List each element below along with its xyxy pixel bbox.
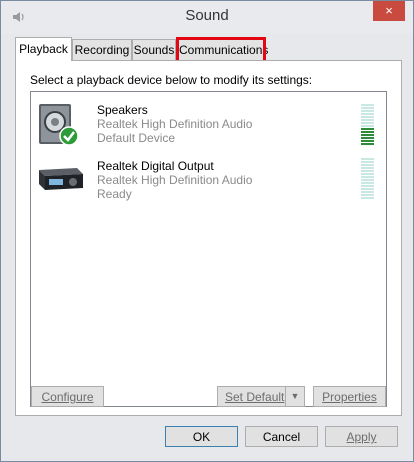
meter-segment xyxy=(361,176,374,178)
speaker-default-icon xyxy=(39,104,79,146)
device-name: Speakers xyxy=(97,103,148,117)
window-title: Sound xyxy=(185,7,229,24)
meter-segment xyxy=(361,107,374,109)
meter-segment xyxy=(361,128,374,130)
list-item-digital-output[interactable]: Realtek Digital Output Realtek High Defi… xyxy=(31,150,386,202)
meter-segment xyxy=(361,197,374,199)
instruction-text: Select a playback device below to modify… xyxy=(30,73,313,87)
tab-sounds[interactable]: Sounds xyxy=(132,39,176,61)
configure-label: Configure xyxy=(41,390,94,404)
playback-panel: Select a playback device below to modify… xyxy=(15,60,402,416)
meter-segment xyxy=(361,113,374,115)
meter-segment xyxy=(361,137,374,139)
close-button[interactable]: × xyxy=(373,1,405,21)
close-icon: × xyxy=(385,3,393,18)
device-list[interactable]: Speakers Realtek High Definition Audio D… xyxy=(30,91,387,407)
set-default-label: Set Default xyxy=(225,390,285,404)
list-item-speakers[interactable]: Speakers Realtek High Definition Audio D… xyxy=(31,94,386,146)
meter-segment xyxy=(361,191,374,193)
apply-label: Apply xyxy=(346,430,377,444)
meter-segment xyxy=(361,182,374,184)
meter-segment xyxy=(361,104,374,106)
ok-button[interactable]: OK xyxy=(165,426,238,447)
cancel-button[interactable]: Cancel xyxy=(245,426,318,447)
set-default-button[interactable]: Set Default ▼ xyxy=(217,386,305,407)
meter-segment xyxy=(361,116,374,118)
meter-segment xyxy=(361,194,374,196)
meter-segment xyxy=(361,122,374,124)
device-driver: Realtek High Definition Audio xyxy=(97,173,253,187)
meter-segment xyxy=(361,134,374,136)
tab-communications[interactable]: Communications xyxy=(176,37,268,63)
sound-dialog: Sound × Playback Recording Sounds Commun… xyxy=(0,0,414,462)
digital-output-icon xyxy=(39,168,83,190)
device-status: Default Device xyxy=(97,131,176,145)
tab-playback[interactable]: Playback xyxy=(15,37,72,61)
level-meter xyxy=(361,158,374,200)
meter-segment xyxy=(361,161,374,163)
meter-segment xyxy=(361,179,374,181)
meter-segment xyxy=(361,125,374,127)
title-bar[interactable]: Sound × xyxy=(1,1,413,34)
device-status: Ready xyxy=(97,187,132,201)
meter-segment xyxy=(361,110,374,112)
meter-segment xyxy=(361,185,374,187)
meter-segment xyxy=(361,143,374,145)
meter-segment xyxy=(361,158,374,160)
device-driver: Realtek High Definition Audio xyxy=(97,117,253,131)
meter-segment xyxy=(361,167,374,169)
meter-segment xyxy=(361,119,374,121)
meter-segment xyxy=(361,131,374,133)
meter-segment xyxy=(361,140,374,142)
meter-segment xyxy=(361,170,374,172)
apply-button[interactable]: Apply xyxy=(325,426,398,447)
meter-segment xyxy=(361,164,374,166)
configure-button[interactable]: Configure xyxy=(31,386,104,407)
properties-label: Properties xyxy=(322,390,377,404)
meter-segment xyxy=(361,173,374,175)
chevron-down-icon[interactable]: ▼ xyxy=(285,387,304,406)
meter-segment xyxy=(361,188,374,190)
properties-button[interactable]: Properties xyxy=(313,386,386,407)
device-name: Realtek Digital Output xyxy=(97,159,214,173)
tab-recording[interactable]: Recording xyxy=(72,39,132,61)
level-meter xyxy=(361,104,374,146)
